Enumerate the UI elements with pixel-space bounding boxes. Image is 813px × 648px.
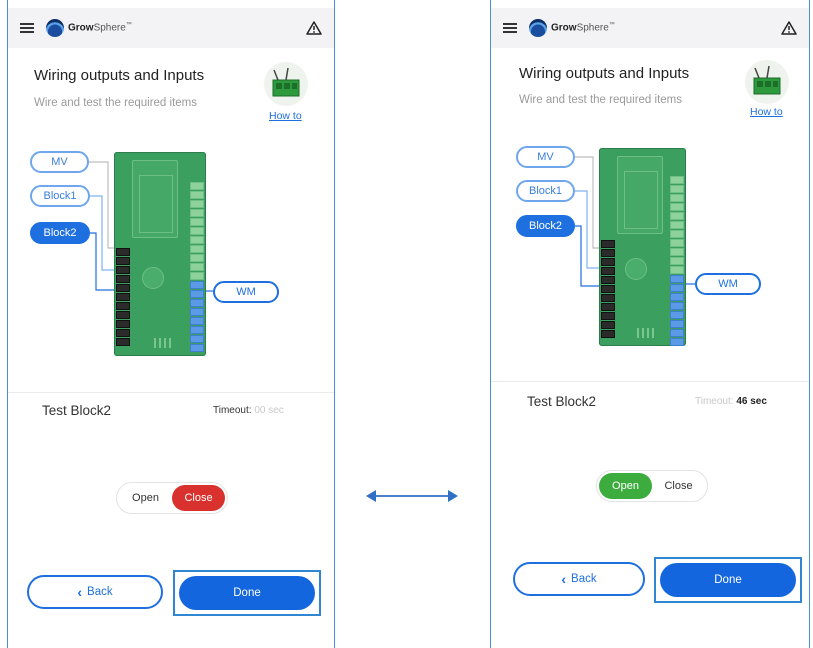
done-button[interactable]: Done	[660, 563, 796, 597]
timeout-readout: Timeout: 46 sec	[695, 396, 767, 407]
warning-triangle-icon[interactable]	[781, 21, 797, 35]
tag-mv[interactable]: MV	[516, 146, 575, 168]
brand-logo: GrowSphere™	[46, 19, 132, 37]
double-arrow-icon	[366, 490, 458, 502]
close-button[interactable]: Close	[652, 473, 705, 499]
terminal-block-icon[interactable]	[745, 60, 789, 104]
input-pins	[670, 176, 684, 347]
output-pins	[601, 240, 615, 339]
screen-before: GrowSphere™ Wiring outputs and Inputs Wi…	[7, 0, 335, 648]
tag-block2[interactable]: Block2	[516, 215, 575, 237]
test-item-label: Test Block2	[527, 394, 597, 409]
how-to-link[interactable]: How to	[269, 110, 302, 122]
page-subtitle: Wire and test the required items	[34, 97, 197, 109]
chevron-left-icon: ‹	[77, 584, 83, 600]
top-bar: GrowSphere™	[491, 8, 809, 48]
tag-wm[interactable]: WM	[695, 273, 761, 295]
done-highlight-frame: Done	[173, 570, 321, 616]
tag-mv[interactable]: MV	[30, 151, 89, 173]
top-bar: GrowSphere™	[8, 8, 334, 48]
hamburger-menu-icon[interactable]	[503, 23, 517, 33]
open-close-toggle: Open Close	[116, 482, 228, 514]
done-button[interactable]: Done	[179, 576, 315, 610]
terminal-block-icon[interactable]	[264, 62, 308, 106]
brand-logo: GrowSphere™	[529, 19, 615, 37]
page-title: Wiring outputs and Inputs	[34, 67, 205, 84]
tag-block2[interactable]: Block2	[30, 222, 90, 244]
page-subtitle: Wire and test the required items	[519, 94, 682, 106]
open-close-toggle: Open Close	[596, 470, 708, 502]
close-button[interactable]: Close	[172, 485, 225, 511]
tag-block1[interactable]: Block1	[516, 180, 575, 202]
input-pins	[190, 182, 204, 353]
open-button[interactable]: Open	[599, 473, 652, 499]
test-item-label: Test Block2	[42, 403, 112, 418]
controller-board	[599, 148, 686, 346]
done-highlight-frame: Done	[654, 557, 802, 603]
globe-logo-icon	[529, 19, 547, 37]
controller-board	[114, 152, 206, 356]
open-button[interactable]: Open	[119, 485, 172, 511]
back-button[interactable]: ‹ Back	[513, 562, 645, 596]
page-title: Wiring outputs and Inputs	[519, 65, 690, 82]
screen-after: GrowSphere™ Wiring outputs and Inputs Wi…	[490, 0, 810, 648]
back-button[interactable]: ‹ Back	[27, 575, 163, 609]
globe-logo-icon	[46, 19, 64, 37]
how-to-link[interactable]: How to	[750, 106, 783, 118]
timeout-readout: Timeout: 00 sec	[213, 405, 284, 416]
hamburger-menu-icon[interactable]	[20, 23, 34, 33]
chevron-left-icon: ‹	[561, 571, 567, 587]
warning-triangle-icon[interactable]	[306, 21, 322, 35]
tag-wm[interactable]: WM	[213, 281, 279, 303]
tag-block1[interactable]: Block1	[30, 185, 90, 207]
output-pins	[116, 248, 130, 347]
